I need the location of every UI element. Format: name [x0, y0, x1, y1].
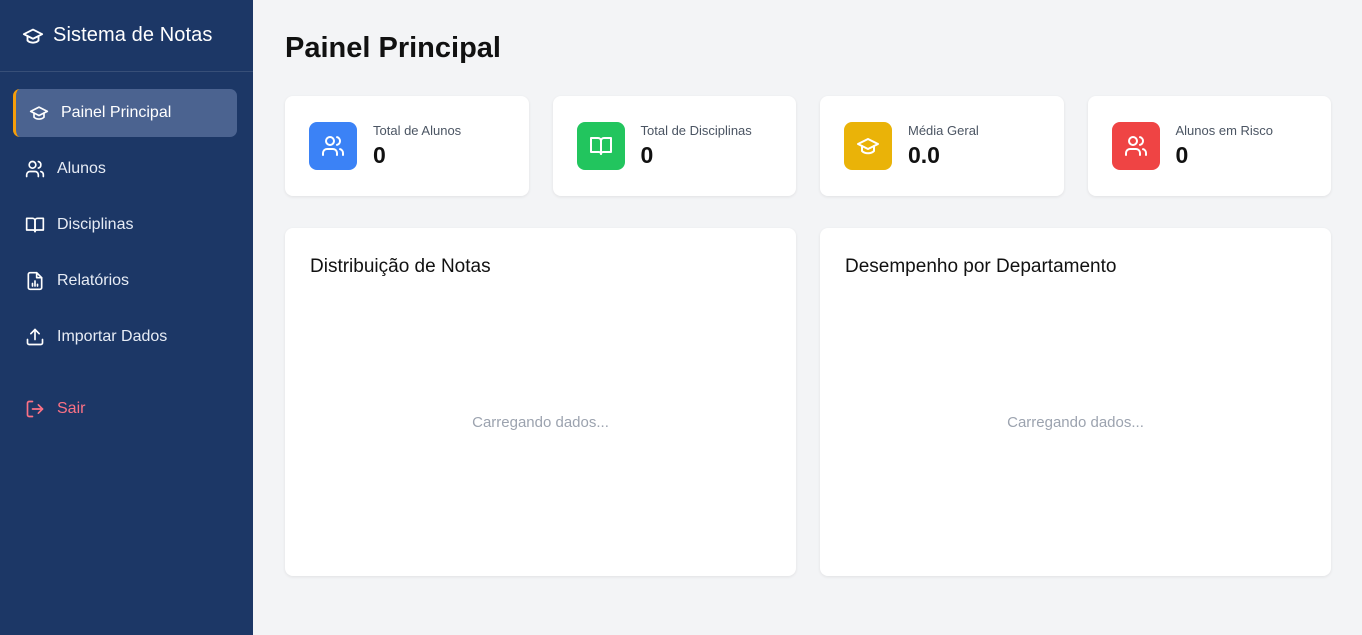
users-icon [309, 122, 357, 170]
sidebar-item-label: Importar Dados [57, 328, 168, 345]
upload-icon [25, 327, 45, 347]
page-title: Painel Principal [285, 32, 501, 64]
stat-card-total-disciplinas: Total de Disciplinas 0 [552, 96, 796, 196]
users-icon [1111, 122, 1160, 170]
stat-label: Total de Disciplinas [640, 123, 752, 138]
app-title: Sistema de Notas [53, 24, 213, 46]
stat-value: 0 [373, 142, 386, 168]
sidebar-item-label: Alunos [57, 160, 106, 177]
book-icon [25, 215, 45, 235]
chart-card-desempenho-departamento: Desempenho por Departamento Carregando d… [820, 228, 1331, 576]
stats-row: Total de Alunos 0 Total de Disciplinas 0 [285, 96, 1331, 196]
main-content: Painel Principal Total de Alunos 0 Total… [253, 0, 1362, 635]
stat-value: 0 [640, 142, 654, 168]
graduation-cap-icon [29, 103, 49, 123]
sidebar-item-label: Disciplinas [57, 216, 134, 233]
stat-card-alunos-em-risco: Alunos em Risco 0 [1087, 96, 1331, 196]
chart-card-distribuicao-notas: Distribuição de Notas Carregando dados..… [285, 228, 796, 576]
book-icon [576, 122, 625, 170]
sidebar-item-label: Relatórios [57, 272, 130, 289]
sidebar: Sistema de Notas Painel Principal Alunos [0, 0, 253, 635]
sidebar-item-relatorios[interactable]: Relatórios [13, 257, 237, 305]
chart-title: Desempenho por Departamento [845, 256, 1117, 277]
stat-label: Alunos em Risco [1175, 123, 1274, 138]
sidebar-item-painel-principal[interactable]: Painel Principal [13, 89, 237, 137]
users-icon [25, 159, 45, 179]
logout-button[interactable]: Sair [13, 385, 237, 433]
sidebar-nav: Painel Principal Alunos Disciplinas Rela… [0, 72, 253, 433]
sidebar-item-importar-dados[interactable]: Importar Dados [13, 313, 237, 361]
stat-card-media-geral: Média Geral 0.0 [820, 96, 1064, 196]
loading-message: Carregando dados... [1007, 414, 1144, 431]
brand: Sistema de Notas [0, 0, 253, 72]
loading-message: Carregando dados... [472, 414, 609, 431]
sidebar-item-disciplinas[interactable]: Disciplinas [13, 201, 237, 249]
graduation-cap-icon [21, 24, 45, 48]
stat-value: 0.0 [908, 142, 940, 168]
sidebar-item-alunos[interactable]: Alunos [13, 145, 237, 193]
stat-label: Média Geral [908, 123, 979, 138]
stat-value: 0 [1175, 142, 1189, 168]
stat-label: Total de Alunos [373, 123, 462, 138]
sidebar-item-label: Painel Principal [61, 104, 172, 121]
logout-icon [25, 399, 45, 419]
stat-card-total-alunos: Total de Alunos 0 [285, 96, 529, 196]
logout-label: Sair [57, 400, 86, 417]
graduation-cap-icon [844, 122, 892, 170]
report-icon [25, 271, 45, 291]
charts-row: Distribuição de Notas Carregando dados..… [285, 228, 1331, 576]
chart-title: Distribuição de Notas [310, 256, 491, 277]
